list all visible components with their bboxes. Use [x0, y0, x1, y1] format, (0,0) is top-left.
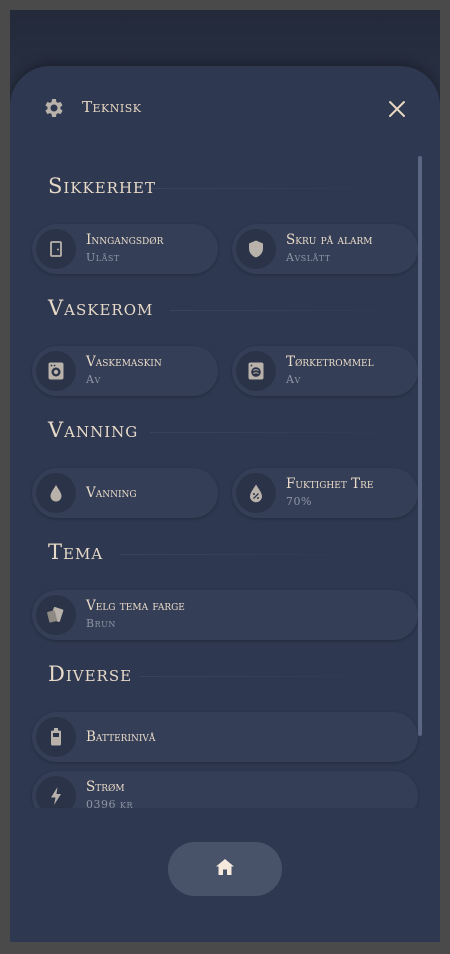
tile-batteriniva[interactable]: Batterinivå [32, 712, 418, 762]
tile-torketrommel[interactable]: Tørketrommel Av [232, 346, 418, 396]
section-title-tema: Tema [48, 540, 104, 564]
section-divider [120, 554, 380, 555]
tile-state: Ulåst [86, 251, 120, 264]
shield-icon [236, 229, 276, 269]
home-icon [215, 858, 235, 880]
home-button[interactable] [168, 842, 282, 896]
tile-name: Vaskemaskin [86, 354, 162, 370]
section-title-vaskerom: Vaskerom [48, 296, 154, 320]
close-icon [388, 100, 406, 122]
close-button[interactable] [380, 94, 414, 128]
gear-icon [41, 96, 65, 120]
tile-name: Batterinivå [86, 729, 156, 745]
section-divider [150, 432, 410, 433]
settings-panel: Teknisk Sikkerhet Inngangsdør Ulåst Skru… [10, 66, 440, 942]
tile-name: Velg tema farge [86, 598, 185, 614]
tile-name: Tørketrommel [286, 354, 374, 370]
tile-state: 70% [286, 495, 312, 508]
panel-header: Teknisk [10, 66, 440, 152]
tile-name: Fuktighet Tre [286, 476, 374, 492]
tile-state: Brun [86, 617, 116, 630]
tile-state: Av [86, 373, 101, 386]
tile-name: Skru på alarm [286, 232, 373, 248]
panel-title: Teknisk [82, 98, 142, 116]
tile-state: Av [286, 373, 301, 386]
tile-velg-tema-farge[interactable]: Velg tema farge Brun [32, 590, 418, 640]
lightning-icon [36, 776, 76, 808]
section-divider [140, 676, 400, 677]
tumble-dryer-icon [236, 351, 276, 391]
washing-machine-icon [36, 351, 76, 391]
tile-state: Avslått [286, 251, 331, 264]
section-title-sikkerhet: Sikkerhet [48, 174, 157, 198]
tile-vanning[interactable]: Vanning [32, 468, 218, 518]
section-title-vanning: Vanning [48, 418, 139, 442]
water-drop-icon [36, 473, 76, 513]
section-divider [150, 188, 410, 189]
tile-state: 0396 kr [86, 798, 133, 808]
door-icon [36, 229, 76, 269]
tile-name: Strøm [86, 779, 125, 795]
section-divider [170, 310, 430, 311]
tile-name: Inngangsdør [86, 232, 164, 248]
section-title-diverse: Diverse [48, 662, 133, 686]
tile-strom[interactable]: Strøm 0396 kr [32, 771, 418, 808]
tile-name: Vanning [86, 485, 137, 501]
tile-list[interactable]: Sikkerhet Inngangsdør Ulåst Skru på alar… [10, 152, 440, 808]
palette-icon [36, 595, 76, 635]
battery-icon [36, 717, 76, 757]
scrollbar[interactable] [418, 156, 422, 736]
tile-vaskemaskin[interactable]: Vaskemaskin Av [32, 346, 218, 396]
tile-inngangsdor[interactable]: Inngangsdør Ulåst [32, 224, 218, 274]
humidity-icon [236, 473, 276, 513]
app-frame: Teknisk Sikkerhet Inngangsdør Ulåst Skru… [10, 10, 440, 942]
tile-skru-pa-alarm[interactable]: Skru på alarm Avslått [232, 224, 418, 274]
tile-fuktighet-tre[interactable]: Fuktighet Tre 70% [232, 468, 418, 518]
